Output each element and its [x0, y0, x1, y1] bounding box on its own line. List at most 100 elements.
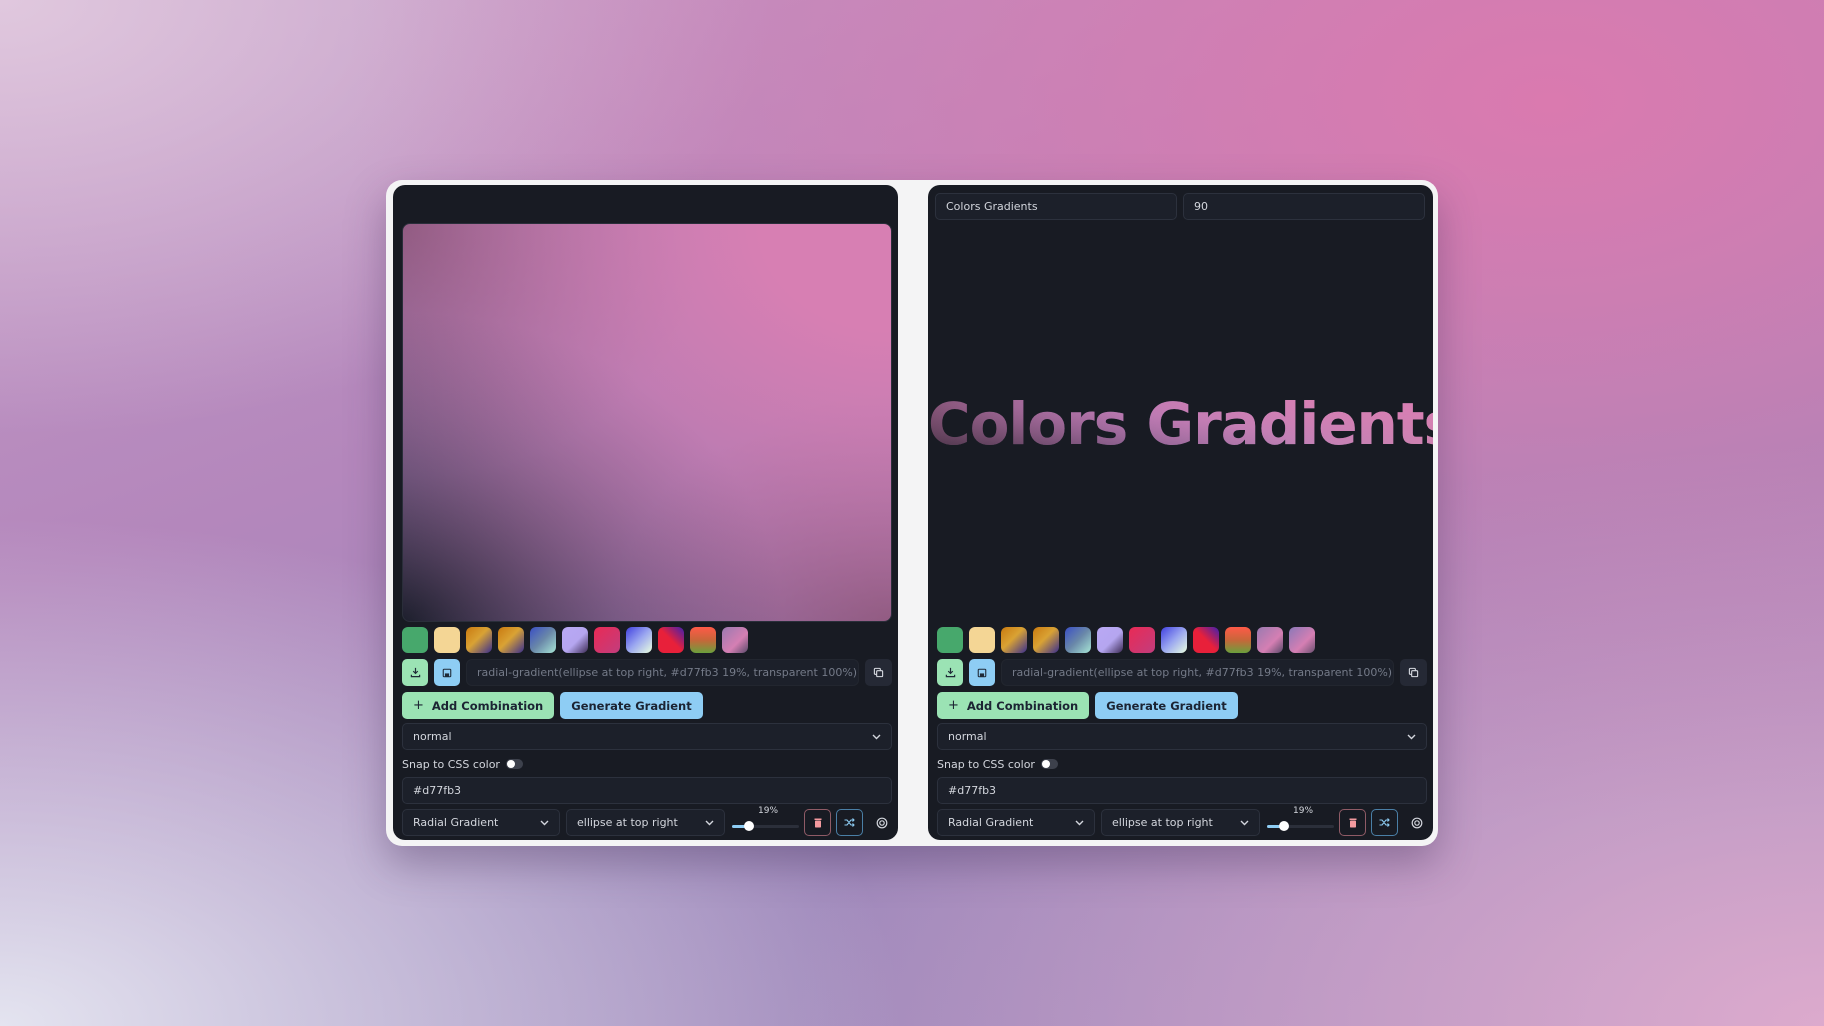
color-stop-slider[interactable]: 19% [1267, 805, 1334, 835]
snap-toggle[interactable] [505, 759, 523, 769]
download-button[interactable] [402, 659, 428, 686]
save-icon [442, 668, 452, 677]
slider-thumb[interactable] [1278, 821, 1289, 831]
chevron-down-icon [1240, 820, 1249, 825]
blend-mode-select[interactable]: normal [402, 723, 892, 750]
copy-button[interactable] [865, 659, 892, 686]
preset-swatch[interactable] [1033, 627, 1059, 653]
shuffle-icon [1379, 818, 1390, 827]
chevron-down-icon [1407, 734, 1416, 739]
add-combination-button[interactable]: + Add Combination [402, 692, 555, 719]
slider-fill [732, 825, 745, 828]
preset-swatch[interactable] [1097, 627, 1123, 653]
copy-icon [1408, 667, 1419, 678]
save-button[interactable] [434, 659, 460, 686]
visibility-button[interactable] [868, 809, 895, 836]
color-stop-value: 19% [1293, 806, 1314, 816]
preset-swatch[interactable] [402, 627, 428, 653]
blend-mode-value: normal [948, 730, 987, 743]
plus-icon: + [413, 698, 424, 713]
preset-swatch[interactable] [498, 627, 524, 653]
preset-swatch[interactable] [1225, 627, 1251, 653]
snap-label: Snap to CSS color [937, 757, 1035, 771]
gradient-preview [402, 223, 892, 622]
preset-swatch[interactable] [937, 627, 963, 653]
app-frame: radial-gradient(ellipse at top right, #d… [386, 180, 1438, 846]
snap-toggle[interactable] [1040, 759, 1058, 769]
download-icon [410, 667, 420, 678]
gradient-type-select[interactable]: Radial Gradient [937, 809, 1095, 836]
code-action-row: radial-gradient(ellipse at top right, #d… [402, 659, 892, 686]
code-action-row: radial-gradient(ellipse at top right, #d… [937, 659, 1427, 686]
preset-swatch[interactable] [626, 627, 652, 653]
preset-swatch[interactable] [1193, 627, 1219, 653]
blend-mode-select[interactable]: normal [937, 723, 1427, 750]
preset-swatch[interactable] [969, 627, 995, 653]
add-combination-button[interactable]: + Add Combination [937, 692, 1090, 719]
preset-swatch[interactable] [722, 627, 748, 653]
preset-swatch[interactable] [1065, 627, 1091, 653]
visibility-button[interactable] [1403, 809, 1430, 836]
preset-swatches [937, 627, 1315, 653]
trash-icon [814, 818, 821, 827]
angle-input[interactable]: 90 [1183, 193, 1425, 220]
generate-gradient-button[interactable]: Generate Gradient [560, 692, 703, 719]
color-value-input[interactable]: #d77fb3 [402, 777, 892, 804]
download-button[interactable] [937, 659, 963, 686]
color-stop-slider[interactable]: 19% [732, 805, 799, 835]
shuffle-icon [844, 818, 855, 827]
gradient-position-select[interactable]: ellipse at top right [566, 809, 725, 836]
snap-label: Snap to CSS color [402, 757, 500, 771]
save-button[interactable] [969, 659, 995, 686]
gradient-type-select[interactable]: Radial Gradient [402, 809, 560, 836]
preset-swatch[interactable] [690, 627, 716, 653]
color-stop-value: 19% [758, 806, 779, 816]
chevron-down-icon [1075, 820, 1084, 825]
blend-mode-value: normal [413, 730, 452, 743]
gradient-type-value: Radial Gradient [413, 816, 499, 829]
preset-swatch[interactable] [1001, 627, 1027, 653]
trash-icon [1349, 818, 1356, 827]
snap-to-css-row: Snap to CSS color [402, 756, 523, 772]
copy-icon [873, 667, 884, 678]
eye-icon [876, 817, 887, 828]
generate-gradient-button[interactable]: Generate Gradient [1095, 692, 1238, 719]
chevron-down-icon [872, 734, 881, 739]
preset-swatch[interactable] [562, 627, 588, 653]
generate-gradient-label: Generate Gradient [571, 698, 692, 713]
preset-swatch[interactable] [1161, 627, 1187, 653]
shuffle-button[interactable] [836, 809, 863, 836]
gradient-position-select[interactable]: ellipse at top right [1101, 809, 1260, 836]
save-icon [977, 668, 987, 677]
generate-gradient-label: Generate Gradient [1106, 698, 1227, 713]
gradient-type-value: Radial Gradient [948, 816, 1034, 829]
preset-swatch[interactable] [1257, 627, 1283, 653]
add-combination-label: Add Combination [966, 698, 1079, 713]
eye-icon [1411, 817, 1422, 828]
preset-swatch[interactable] [594, 627, 620, 653]
delete-color-button[interactable] [804, 809, 831, 836]
slider-thumb[interactable] [743, 821, 754, 831]
add-combination-label: Add Combination [431, 698, 544, 713]
preset-swatch[interactable] [434, 627, 460, 653]
preview-text-input[interactable]: Colors Gradients [935, 193, 1177, 220]
download-icon [945, 667, 955, 678]
preset-swatch[interactable] [1129, 627, 1155, 653]
snap-to-css-row: Snap to CSS color [937, 756, 1058, 772]
text-preview-panel: Colors Gradients 90 Colors Gradients rad… [928, 185, 1433, 840]
slider-fill [1267, 825, 1280, 828]
shuffle-button[interactable] [1371, 809, 1398, 836]
css-code-field[interactable]: radial-gradient(ellipse at top right, #d… [466, 659, 859, 686]
preset-swatch[interactable] [1289, 627, 1315, 653]
preset-swatch[interactable] [466, 627, 492, 653]
preset-swatch[interactable] [530, 627, 556, 653]
copy-button[interactable] [1400, 659, 1427, 686]
chevron-down-icon [705, 820, 714, 825]
color-value-input[interactable]: #d77fb3 [937, 777, 1427, 804]
preset-swatch[interactable] [658, 627, 684, 653]
css-code-field[interactable]: radial-gradient(ellipse at top right, #d… [1001, 659, 1394, 686]
preset-swatches [402, 627, 748, 653]
primary-actions: + Add Combination Generate Gradient [937, 692, 1238, 719]
gradient-position-value: ellipse at top right [577, 816, 678, 829]
delete-color-button[interactable] [1339, 809, 1366, 836]
